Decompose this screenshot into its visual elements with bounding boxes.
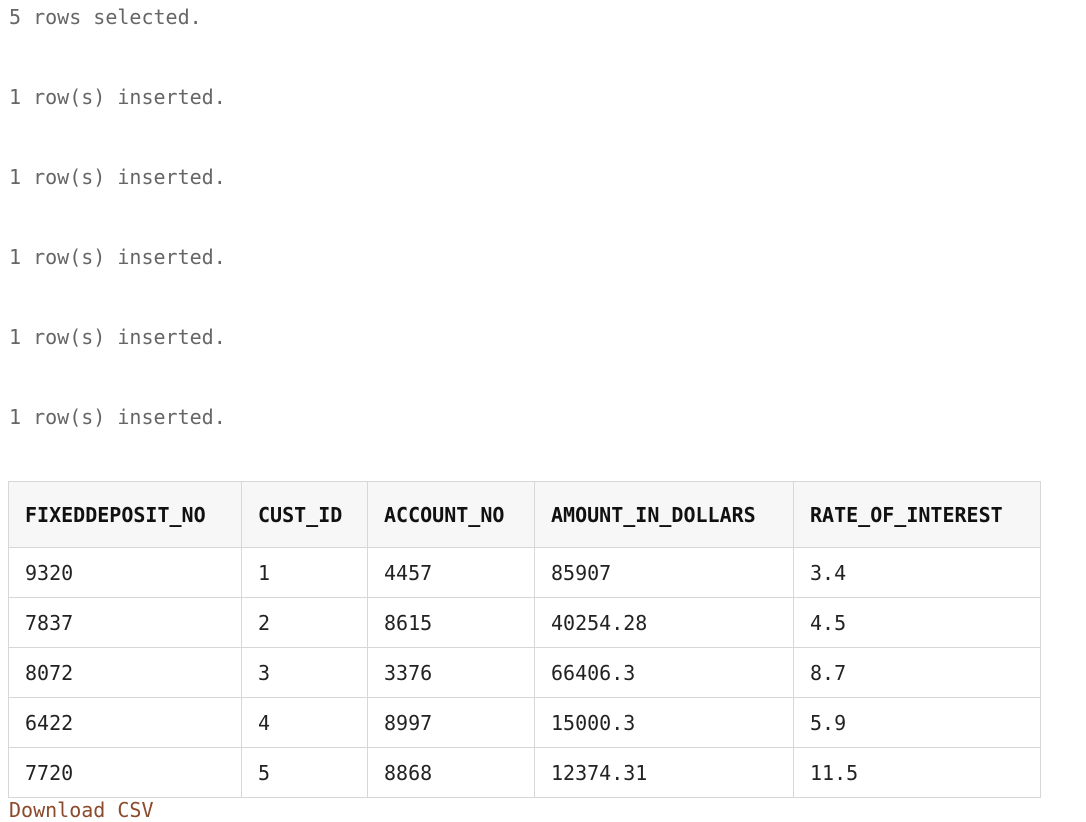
table-cell: 8615 xyxy=(367,597,535,648)
table-cell: 3 xyxy=(241,647,368,698)
table-row: 6422 4 8997 15000.3 5.9 xyxy=(8,697,1041,748)
table-cell: 9320 xyxy=(8,547,242,598)
table-cell: 5.9 xyxy=(793,697,1041,748)
table-row: 9320 1 4457 85907 3.4 xyxy=(8,547,1041,598)
status-message: 1 row(s) inserted. xyxy=(9,245,226,269)
table-cell: 4 xyxy=(241,697,368,748)
table-cell: 8.7 xyxy=(793,647,1041,698)
table-cell: 85907 xyxy=(534,547,794,598)
status-message: 5 rows selected. xyxy=(9,5,202,29)
table-cell: 1 xyxy=(241,547,368,598)
table-row: 7837 2 8615 40254.28 4.5 xyxy=(8,597,1041,648)
table-cell: 66406.3 xyxy=(534,647,794,698)
table-row: 7720 5 8868 12374.31 11.5 xyxy=(8,747,1041,798)
table-cell: 4.5 xyxy=(793,597,1041,648)
column-header-account-no: ACCOUNT_NO xyxy=(367,481,535,548)
table-header-row: FIXEDDEPOSIT_NO CUST_ID ACCOUNT_NO AMOUN… xyxy=(8,481,1041,548)
table-cell: 8868 xyxy=(367,747,535,798)
table-cell: 7837 xyxy=(8,597,242,648)
table-cell: 2 xyxy=(241,597,368,648)
column-header-amount-in-dollars: AMOUNT_IN_DOLLARS xyxy=(534,481,794,548)
status-message: 1 row(s) inserted. xyxy=(9,405,226,429)
table-cell: 8997 xyxy=(367,697,535,748)
download-csv-link[interactable]: Download CSV xyxy=(9,798,154,822)
status-message: 1 row(s) inserted. xyxy=(9,85,226,109)
table-cell: 5 xyxy=(241,747,368,798)
status-message: 1 row(s) inserted. xyxy=(9,325,226,349)
table-cell: 12374.31 xyxy=(534,747,794,798)
status-message: 1 row(s) inserted. xyxy=(9,165,226,189)
table-cell: 3.4 xyxy=(793,547,1041,598)
table-cell: 15000.3 xyxy=(534,697,794,748)
results-table: FIXEDDEPOSIT_NO CUST_ID ACCOUNT_NO AMOUN… xyxy=(8,481,1041,798)
column-header-fixeddeposit-no: FIXEDDEPOSIT_NO xyxy=(8,481,242,548)
column-header-cust-id: CUST_ID xyxy=(241,481,368,548)
table-row: 8072 3 3376 66406.3 8.7 xyxy=(8,647,1041,698)
table-cell: 7720 xyxy=(8,747,242,798)
table-cell: 11.5 xyxy=(793,747,1041,798)
table-cell: 40254.28 xyxy=(534,597,794,648)
column-header-rate-of-interest: RATE_OF_INTEREST xyxy=(793,481,1041,548)
table-cell: 3376 xyxy=(367,647,535,698)
table-cell: 6422 xyxy=(8,697,242,748)
table-cell: 8072 xyxy=(8,647,242,698)
table-cell: 4457 xyxy=(367,547,535,598)
